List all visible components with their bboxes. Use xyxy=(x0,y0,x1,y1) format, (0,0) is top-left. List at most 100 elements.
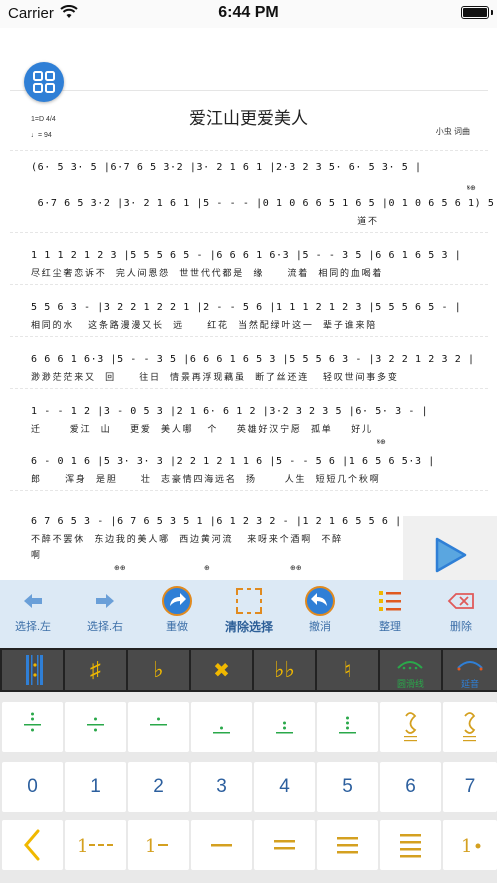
delete-button[interactable]: 删除 xyxy=(428,586,494,642)
key-signature[interactable]: 1=D 4/4 xyxy=(31,116,56,123)
play-panel[interactable]: 播放 xyxy=(403,516,497,580)
battery-icon xyxy=(461,6,489,19)
score-row-6[interactable]: 1 - - 1 2 |3 - 0 5 3 |2 1 6· 6 1 2 |3·2 … xyxy=(31,406,467,435)
clock: 6:44 PM xyxy=(218,4,279,21)
digit-7-key[interactable]: 7 xyxy=(443,762,497,812)
delete-label: 删除 xyxy=(450,621,472,633)
back-key[interactable] xyxy=(2,820,63,870)
triple-dot-icon xyxy=(339,716,356,734)
digit-4-key[interactable]: 4 xyxy=(254,762,315,812)
flat-key[interactable]: ♭ xyxy=(128,650,189,690)
dotted-note-key[interactable]: 1 xyxy=(443,820,497,870)
score-row-4[interactable]: 5 5 6 3 - |3 2 2 1 2 2 1 |2 - - 5 6 |1 1… xyxy=(31,302,467,331)
select-right-button[interactable]: 选择.右 xyxy=(72,586,138,642)
row-separator xyxy=(10,150,488,151)
score-row-2[interactable]: 6·7 6 5 3·2 |3· 2 1 6 1 |5 - - - |0 1 0 … xyxy=(31,198,494,227)
flat-icon: ♭ xyxy=(153,657,164,682)
selection-frame-icon xyxy=(236,588,262,614)
sharp-icon: ♯ xyxy=(90,657,101,682)
tie-icon xyxy=(457,661,483,671)
select-left-button[interactable]: 选择.左 xyxy=(0,586,66,642)
score-row-7[interactable]: 6 - 0 1 6 |5 3· 3· 3 |2 2 1 2 1 1 6 |5 -… xyxy=(31,456,467,485)
low-octave-3-key[interactable] xyxy=(317,702,378,752)
digit-2-key[interactable]: 2 xyxy=(128,762,189,812)
svg-text:1: 1 xyxy=(145,836,156,857)
composer-credit[interactable]: 小虫 词曲 xyxy=(436,126,470,137)
repeat-sign-icon xyxy=(25,655,43,685)
dot-stack-icon xyxy=(24,712,41,732)
row-notes[interactable]: 6 - 0 1 6 |5 3· 3· 3 |2 2 1 2 1 1 6 |5 -… xyxy=(31,456,435,467)
undo-button[interactable]: 撤消 xyxy=(287,586,353,642)
sixteenth-note-key[interactable] xyxy=(317,820,378,870)
segno-key[interactable] xyxy=(380,702,441,752)
row-notes[interactable]: 1 - - 1 2 |3 - 0 5 3 |2 1 6· 6 1 2 |3·2 … xyxy=(31,406,428,417)
row-separator xyxy=(10,388,488,389)
row-notes[interactable]: 6 7 6 5 3 - |6 7 6 5 3 5 1 |6 1 2 3 2 - … xyxy=(31,516,402,527)
score-row-5[interactable]: 6 6 6 1 6·3 |5 - - 3 5 |6 6 6 1 6 5 3 |5… xyxy=(31,354,474,383)
high-octave-key[interactable] xyxy=(65,702,126,752)
segno-icon xyxy=(404,712,417,742)
segno-alt-key[interactable] xyxy=(443,702,497,752)
redo-icon xyxy=(162,586,192,616)
chevron-left-icon xyxy=(24,829,40,861)
row-lyrics[interactable]: 渺渺茫茫来又 回 往日 情景再浮现藕虽 断了丝还连 轻叹世间事多变 xyxy=(31,370,399,383)
svg-text:1: 1 xyxy=(77,836,88,857)
score-row-8[interactable]: 6 7 6 5 3 - |6 7 6 5 3 5 1 |6 1 2 3 2 - … xyxy=(31,516,467,545)
tie-key[interactable]: 延音 xyxy=(443,650,497,690)
row-lyrics[interactable]: 尽红尘奢恋诉不 完人间恩怨 世世代代都是 缘 流着 相同的血喝着 xyxy=(31,266,383,279)
coda-mark: ⊕⊕ xyxy=(114,565,126,572)
thirty-second-note-key[interactable] xyxy=(380,820,441,870)
half-note-key[interactable]: 1 xyxy=(128,820,189,870)
play-icon[interactable] xyxy=(434,536,468,574)
score-row-1[interactable]: (6· 5 3· 5 |6·7 6 5 3·2 |3· 2 1 6 1 |2·3… xyxy=(31,162,467,188)
row-separator xyxy=(10,232,488,233)
row-notes[interactable]: 5 5 6 3 - |3 2 2 1 2 2 1 |2 - - 5 6 |1 1… xyxy=(31,302,461,313)
slur-icon xyxy=(397,661,423,670)
redo-label: 重做 xyxy=(166,621,188,633)
row-notes[interactable]: 1 1 1 2 1 2 3 |5 5 5 6 5 - |6 6 6 1 6·3 … xyxy=(31,250,461,261)
natural-icon: ♮ xyxy=(343,657,352,682)
menu-button[interactable] xyxy=(24,62,64,102)
dash-key[interactable] xyxy=(191,820,252,870)
score-canvas[interactable]: 爱江山更爱美人 1=D 4/4 ♩= 94 小虫 词曲 (6· 5 3· 5 |… xyxy=(0,28,497,580)
row-lyrics[interactable]: 迁 爱江 山 更爱 美人哪 个 英雄好汉宁愿 孤单 好儿 xyxy=(31,422,373,435)
natural-key[interactable]: ♮ xyxy=(317,650,378,690)
row-notes[interactable]: 6 6 6 1 6·3 |5 - - 3 5 |6 6 6 1 6 5 3 |5… xyxy=(31,354,475,365)
eighth-note-key[interactable] xyxy=(254,820,315,870)
double-sharp-key[interactable]: ✖ xyxy=(191,650,252,690)
row-lyrics[interactable]: 郎 浑身 是胆 壮 志豪情四海远名 扬 人生 短短几个秋啊 xyxy=(31,472,380,485)
score-title[interactable]: 爱江山更爱美人 xyxy=(0,104,497,129)
symbol-bar: ♯ ♭ ✖ ♭♭ ♮ 圆滑线 延音 xyxy=(0,648,497,692)
double-flat-key[interactable]: ♭♭ xyxy=(254,650,315,690)
row-separator xyxy=(10,490,488,491)
row-lyrics[interactable]: 道不 xyxy=(31,214,379,227)
digit-1-key[interactable]: 1 xyxy=(65,762,126,812)
whole-note-key[interactable]: 1 xyxy=(65,820,126,870)
row-lyrics[interactable]: 不醉不罢休 东边我的美人哪 西边黄河流 来呀来个酒啊 不醉 xyxy=(31,532,343,545)
digit-0-key[interactable]: 0 xyxy=(2,762,63,812)
sharp-key[interactable]: ♯ xyxy=(65,650,126,690)
score-row-3[interactable]: 1 1 1 2 1 2 3 |5 5 5 6 5 - |6 6 6 1 6·3 … xyxy=(31,250,467,279)
legato-key[interactable]: 圆滑线 xyxy=(380,650,441,690)
low-octave-2-key[interactable] xyxy=(254,702,315,752)
octave-line-key[interactable] xyxy=(128,702,189,752)
undo-icon xyxy=(305,586,335,616)
clear-selection-button[interactable]: 清除选择 xyxy=(216,586,282,642)
digit-3-key[interactable]: 3 xyxy=(191,762,252,812)
row-notes[interactable]: (6· 5 3· 5 |6·7 6 5 3·2 |3· 2 1 6 1 |2·3… xyxy=(31,162,422,173)
tempo-marking[interactable]: ♩= 94 xyxy=(31,132,52,139)
arrange-button[interactable]: 整理 xyxy=(357,586,423,642)
high-octave-2-key[interactable] xyxy=(2,702,63,752)
redo-button[interactable]: 重做 xyxy=(144,586,210,642)
extra-lyric[interactable]: 啊 xyxy=(31,548,40,561)
double-line-icon xyxy=(274,840,295,850)
digit-5-key[interactable]: 5 xyxy=(317,762,378,812)
repeat-sign-key[interactable] xyxy=(2,650,63,690)
digit-6-key[interactable]: 6 xyxy=(380,762,441,812)
double-flat-icon: ♭♭ xyxy=(274,657,295,682)
battery-tip xyxy=(491,10,493,15)
low-octave-key[interactable] xyxy=(191,702,252,752)
row-notes[interactable]: 6·7 6 5 3·2 |3· 2 1 6 1 |5 - - - |0 1 0 … xyxy=(31,198,497,209)
row-lyrics[interactable]: 相同的水 这条路漫漫又长 远 红花 当然配绿叶这一 辈子谁来陪 xyxy=(31,318,377,331)
whole-note-icon: 1 xyxy=(77,836,113,857)
